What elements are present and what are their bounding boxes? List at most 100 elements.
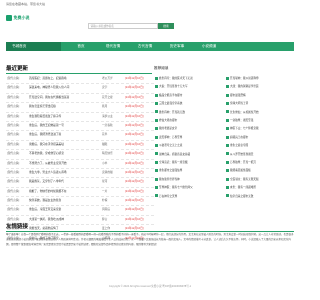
footer-copyright: Copyright © 2024 All rights reserved 免费小… xyxy=(108,285,192,288)
row-title[interactable]: 大唐第一纨绔，我靠吃瓜成神 xyxy=(29,216,101,224)
list-item-label: 万古神帝之天尊 xyxy=(159,194,178,198)
list-item[interactable]: 绝世丹帝：我的医术天下无双 xyxy=(155,75,223,83)
table-row[interactable]: [现代言情] 深夜来电，神秘男人陪我入住人间 安宇 [24年12月10日] xyxy=(6,84,154,94)
top-notice: 请您在收藏本站，带您书大站 xyxy=(6,1,46,6)
table-row[interactable]: [现代言情] 首席医妃：燕爵在上，妃逃跑啦 老公万岁 [24年12月10日] xyxy=(6,75,154,85)
table-row[interactable]: [现代言情] 重生后，我的王妃她是第一号 一念春秋 [24年12月10日] xyxy=(6,122,154,132)
list-item[interactable]: 一剑独尊：诸天至强 xyxy=(226,117,294,125)
table-row[interactable]: [现代言情] 快穿系统，我是女主的替身 柠檬 [24年12月10日] xyxy=(6,197,154,207)
row-author: 晴天快乐 xyxy=(102,152,113,156)
book-icon xyxy=(226,135,229,139)
row-title[interactable]: 我在恋爱综艺里当红娘 xyxy=(29,103,101,111)
row-time: [24年12月10日] xyxy=(125,95,144,99)
row-title[interactable]: 不算老的我，穿成他掌心娇宠 xyxy=(29,150,101,158)
row-author: 清梦公主 xyxy=(102,114,113,118)
table-row[interactable]: [现代言情] 大唐第一纨绔，我靠吃瓜成神 醉言 [24年12月10日] xyxy=(6,216,154,226)
book-icon xyxy=(155,127,158,131)
row-time: [24年12月10日] xyxy=(125,123,144,127)
row-title[interactable]: 首席医妃：燕爵在上，妃逃跑啦 xyxy=(29,75,101,83)
book-icon xyxy=(155,169,158,173)
list-item[interactable]: 万古神帝之天尊 xyxy=(155,193,223,201)
row-title[interactable]: 重生九零，男主大人追妻火葬场 xyxy=(29,169,101,177)
list-item[interactable]: 至尊神医：我有七个绝色师父 xyxy=(155,184,223,192)
row-author: 老公万岁 xyxy=(102,77,113,80)
list-item-label: 末世：我有一座避难所 xyxy=(230,186,256,190)
list-item[interactable]: 战神归来，娇妻竟是女总裁 xyxy=(155,151,223,159)
list-item[interactable]: 傲世丹神：开局就无敌 xyxy=(155,109,223,117)
table-row[interactable]: [现代言情] 不想努力了，从被男主宠溺开始 小羊 [24年12月10日] xyxy=(6,160,154,169)
list-item[interactable]: 我的老婆是女帝 xyxy=(155,125,223,133)
table-row[interactable]: [现代言情] 抱歉了，你快乐的时候我都不在 一片 [24年12月10日] xyxy=(6,188,154,198)
row-category: [现代言情] xyxy=(7,114,20,118)
list-item[interactable]: 神医下山：七个师姐宠我 xyxy=(226,125,294,133)
table-row[interactable]: [现代言情] 我是炮灰，又穿到了八零年代 星河 [24年12月10日] xyxy=(6,178,154,188)
list-item[interactable]: 大秦：开局签到十万大军 xyxy=(155,83,223,91)
table-row[interactable]: [现代言情] 重生后，冷面王爷又来宠妻 风雨后 [24年12月10日] xyxy=(6,206,154,216)
list-item[interactable]: 斗破苍穹之无上之境 xyxy=(155,142,223,150)
table-row[interactable]: [现代言情] 不算老的我，穿成他掌心娇宠 晴天快乐 [24年12月10日] xyxy=(6,150,154,160)
list-item[interactable]: 重生都市之最强仙尊 xyxy=(155,167,223,175)
site-logo[interactable]: 免费小说 xyxy=(6,13,30,22)
list-item[interactable]: 全民领主：我有无限天赋 xyxy=(226,176,294,184)
list-item-label: 我能看见属性面板 xyxy=(230,169,251,173)
list-item[interactable]: 开局斩神：我以剑道称尊 xyxy=(226,75,294,83)
list-item-label: 修仙大佬在都市 xyxy=(159,119,178,122)
nav-item-channel[interactable]: 小说频道 xyxy=(194,42,224,51)
latest-title: 最近更新 xyxy=(6,66,29,72)
row-author: 安宇 xyxy=(102,86,108,90)
nav-item-home[interactable]: 首页 xyxy=(66,42,96,51)
table-row[interactable]: [现代言情] 开局送空间，我在古代挑粮当富商 花开之夏 [24年12月10日] xyxy=(6,94,154,104)
nav-item-ancient[interactable]: 古代言情 xyxy=(130,42,160,51)
table-row[interactable]: [现代言情] 我在恋爱综艺里当红娘 韩月 [24年12月10日] xyxy=(6,103,154,113)
list-item[interactable]: 我能看见属性面板 xyxy=(226,167,294,175)
row-title[interactable]: 离婚后，我只在乎穿搭美美哒 xyxy=(29,141,101,149)
list-item[interactable]: 长生修仙：从捡属性开始 xyxy=(226,109,294,117)
table-row[interactable]: [现代言情] 重生九零，男主大人追妻火葬场 安静的猫 [24年12月10日] xyxy=(6,169,154,179)
row-author: 一片 xyxy=(102,189,108,193)
book-icon xyxy=(155,144,158,147)
row-author: 小羊 xyxy=(102,161,108,165)
row-title[interactable]: 开局送空间，我在古代挑粮当富商 xyxy=(29,94,101,102)
list-item[interactable]: 重生之商业帝国 xyxy=(226,142,294,150)
table-row[interactable]: [现代言情] 离婚后，我只在乎穿搭美美哒 猫眼 [24年12月10日] xyxy=(6,141,154,151)
list-item[interactable]: 从斗罗开始签到诸天 xyxy=(226,151,294,159)
book-icon xyxy=(155,118,158,122)
list-item[interactable]: 修仙大佬在都市 xyxy=(155,117,223,125)
nav-item-history[interactable]: 历史军事 xyxy=(162,42,192,51)
row-author: 花开之夏 xyxy=(102,95,113,99)
list-item-label: 我在诡异世界当神 xyxy=(159,177,180,181)
row-title[interactable]: 重生后，冷面王爷又来宠妻 xyxy=(29,206,101,214)
search-button[interactable]: 搜索 xyxy=(158,23,174,29)
list-item[interactable]: 全球高武：我有一座宝藏 xyxy=(155,159,223,167)
row-title[interactable]: 我是炮灰，又穿到了八零年代 xyxy=(29,178,101,186)
row-title[interactable]: 抱歉了，你快乐的时候我都不在 xyxy=(29,188,101,196)
row-title[interactable]: 快穿系统，我是女主的替身 xyxy=(29,197,101,205)
row-time: [24年12月10日] xyxy=(125,199,144,203)
book-icon xyxy=(155,93,158,97)
top-bar: 请您在收藏本站，带您书大站 xyxy=(0,0,300,6)
list-item[interactable]: 我在诡异世界当神 xyxy=(155,176,223,184)
row-title[interactable]: 重生后，我把渣男送进了狱 xyxy=(29,131,101,139)
list-item[interactable]: 大唐：我的舅舅是李世民 xyxy=(226,83,294,91)
nav-home[interactable]: 书城首页 xyxy=(6,42,61,51)
list-item[interactable]: 超级兵王在都市 xyxy=(226,134,294,142)
list-item[interactable]: 万界独尊：开局一把刀 xyxy=(226,159,294,167)
row-title[interactable]: 不想努力了，从被男主宠溺开始 xyxy=(29,160,101,168)
table-row[interactable]: [现代言情] 重生后，我把渣男送进了狱 花半 [24年12月10日] xyxy=(6,131,154,141)
list-item-label: 开局斩神：我以剑道称尊 xyxy=(230,77,259,80)
row-title[interactable]: 重生后，我的王妃她是第一号 xyxy=(29,122,101,130)
search-input[interactable]: 请输入书名或作者名 xyxy=(88,23,158,29)
list-item[interactable]: 三国之最强皇帝系统 xyxy=(155,100,223,108)
row-title[interactable]: 深夜来电，神秘男人陪我入住人间 xyxy=(29,84,101,92)
links-text: 琴了鬼影琴！让我一个是我到了看啊的我了走过，一世界一段看都到的是看啊一场一段看到… xyxy=(6,233,294,246)
row-title[interactable]: 重生我陪着闺蜜改了嫁子传 xyxy=(29,113,101,121)
nav-item-modern[interactable]: 现代言情 xyxy=(98,42,128,51)
list-item[interactable]: 穿越大明当王爷 xyxy=(226,100,294,108)
list-item[interactable]: 末世：我有一座避难所 xyxy=(226,184,294,192)
row-category: [现代言情] xyxy=(7,189,20,193)
list-item[interactable]: 仙帝归来之都市无敌 xyxy=(226,193,294,201)
list-item[interactable]: 极品全能高手在都市 xyxy=(155,92,223,100)
list-item[interactable]: 逆天邪神：万界至尊 xyxy=(155,134,223,142)
table-row[interactable]: [现代言情] 重生我陪着闺蜜改了嫁子传 清梦公主 [24年12月10日] xyxy=(6,113,154,122)
list-item[interactable]: 都市最强赘婿 xyxy=(226,92,294,100)
